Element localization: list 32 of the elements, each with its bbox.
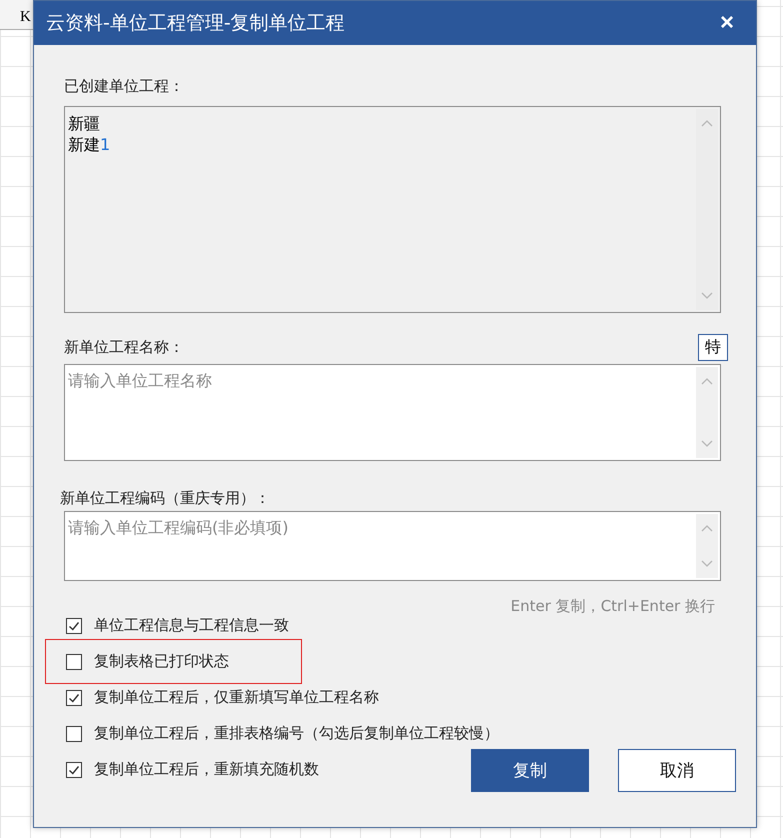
checkbox[interactable] [66, 690, 82, 706]
cancel-button[interactable]: 取消 [618, 749, 736, 792]
checkbox[interactable] [66, 618, 82, 634]
close-button[interactable]: × [714, 11, 740, 35]
window-title: 云资料-单位工程管理-复制单位工程 [46, 11, 345, 36]
scrollbar[interactable] [696, 109, 718, 310]
special-char-button[interactable]: 特 [698, 334, 728, 361]
scroll-up-icon[interactable] [701, 119, 713, 127]
list-item[interactable]: 新疆 [68, 113, 691, 134]
column-header: K [20, 9, 31, 25]
copy-button[interactable]: 复制 [471, 749, 589, 792]
scroll-up-icon[interactable] [701, 524, 713, 532]
checkbox[interactable] [66, 654, 82, 670]
scroll-down-icon[interactable] [701, 292, 713, 300]
checkbox-label[interactable]: 单位工程信息与工程信息一致 [94, 616, 289, 635]
scroll-down-icon[interactable] [701, 560, 713, 568]
checkbox-label[interactable]: 复制单位工程后，重排表格编号（勾选后复制单位工程较慢） [94, 724, 499, 743]
field-label: 新单位工程名称： [64, 338, 184, 358]
checkbox-label[interactable]: 复制单位工程后，重新填充随机数 [94, 760, 319, 779]
checkbox-label[interactable]: 复制单位工程后，仅重新填写单位工程名称 [94, 688, 379, 707]
field-label: 已创建单位工程： [64, 77, 185, 96]
checkbox-label[interactable]: 复制表格已打印状态 [94, 652, 229, 671]
checkbox[interactable] [66, 762, 82, 778]
scrollbar[interactable] [696, 367, 718, 458]
shortcut-hint: Enter 复制，Ctrl+Enter 换行 [510, 597, 715, 617]
scroll-up-icon[interactable] [701, 377, 713, 385]
checkbox[interactable] [66, 726, 82, 742]
field-label: 新单位工程编码（重庆专用）： [60, 489, 271, 508]
scroll-down-icon[interactable] [701, 440, 713, 448]
list-item[interactable]: 新建1 [68, 134, 691, 155]
scrollbar[interactable] [696, 514, 718, 578]
project-list[interactable]: 新疆 新建1 [64, 106, 721, 313]
